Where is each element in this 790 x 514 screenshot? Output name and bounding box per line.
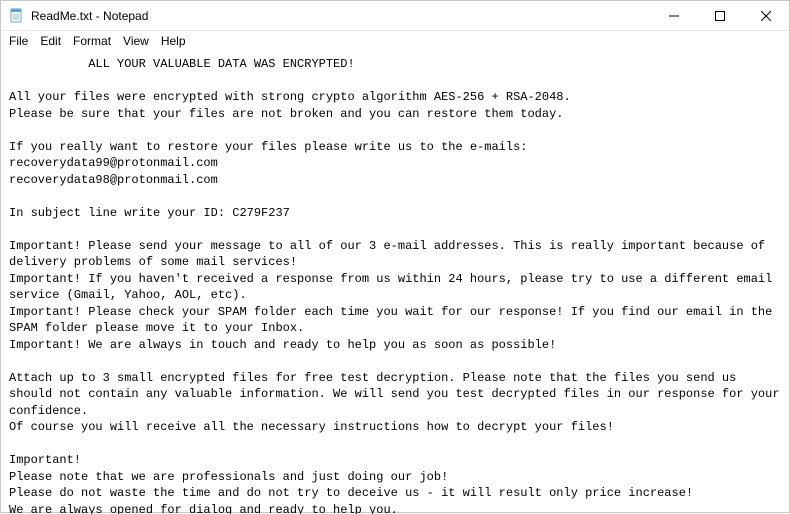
titlebar: ReadMe.txt - Notepad bbox=[1, 1, 789, 31]
window-title: ReadMe.txt - Notepad bbox=[31, 9, 148, 23]
minimize-button[interactable] bbox=[651, 1, 697, 30]
close-button[interactable] bbox=[743, 1, 789, 30]
menu-format[interactable]: Format bbox=[67, 33, 117, 49]
menu-help[interactable]: Help bbox=[155, 33, 192, 49]
menu-view[interactable]: View bbox=[117, 33, 155, 49]
menu-file[interactable]: File bbox=[3, 33, 34, 49]
maximize-button[interactable] bbox=[697, 1, 743, 30]
text-area[interactable]: ALL YOUR VALUABLE DATA WAS ENCRYPTED! Al… bbox=[1, 50, 789, 514]
window-controls bbox=[651, 1, 789, 30]
notepad-icon bbox=[9, 8, 25, 24]
menu-edit[interactable]: Edit bbox=[34, 33, 67, 49]
menubar: File Edit Format View Help bbox=[1, 31, 789, 50]
